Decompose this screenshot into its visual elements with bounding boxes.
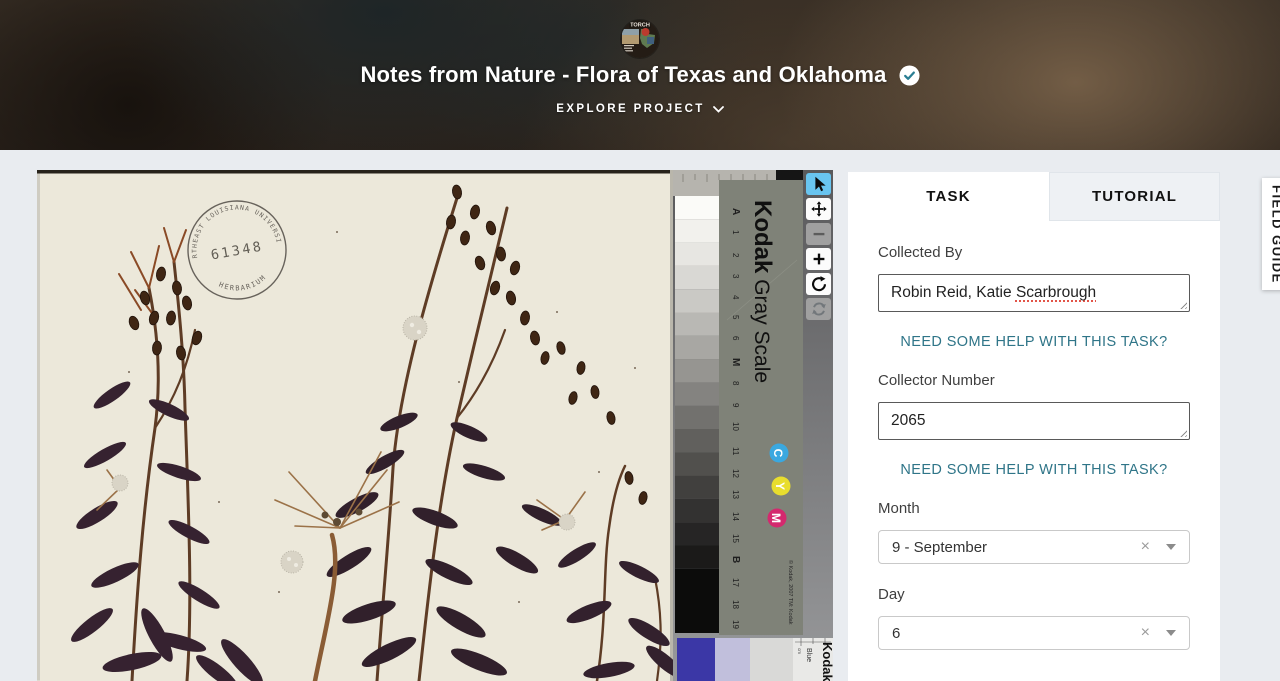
zoom-out-button[interactable] (806, 223, 831, 245)
month-select[interactable]: 9 - September × (878, 530, 1190, 564)
svg-text:6: 6 (731, 336, 740, 341)
collector-number-input[interactable]: 2065 (878, 402, 1190, 440)
subject-image-viewer[interactable]: NORTHEAST LOUISIANA UNIVERSITY HERBARIUM… (37, 170, 833, 681)
classification-panel: TASK TUTORIAL Collected By Robin Reid, K… (848, 172, 1220, 681)
panel-tabs: TASK TUTORIAL (848, 172, 1220, 221)
svg-text:4: 4 (731, 295, 740, 300)
zoom-in-button[interactable] (806, 248, 831, 270)
color-calibration-patches: cm Blue Kodak (677, 638, 833, 681)
clear-x-icon[interactable]: × (1141, 625, 1150, 641)
help-link-collected-by[interactable]: NEED SOME HELP WITH THIS TASK? (878, 334, 1190, 350)
kodak-copyright: © Kodak, 2007 TM: Kodak (787, 560, 794, 625)
reset-icon (811, 302, 826, 316)
project-hero: TORCH Notes from Nature - Flora of Texas… (0, 0, 1280, 150)
svg-text:3: 3 (731, 274, 740, 279)
magenta-badge: M (769, 513, 783, 523)
collected-by-input[interactable]: Robin Reid, Katie Scarbrough (878, 274, 1190, 312)
grayscale-step-wedge (675, 196, 719, 633)
plus-icon (813, 253, 824, 265)
dropdown-caret-icon[interactable] (1166, 544, 1176, 550)
svg-text:Kodak Gray Scale: Kodak Gray Scale (749, 200, 776, 383)
kodak-bottom-label: Kodak (820, 642, 833, 681)
svg-text:15: 15 (731, 534, 740, 543)
explore-project-link[interactable]: EXPLORE PROJECT (556, 103, 724, 115)
svg-text:cm: cm (797, 648, 802, 654)
day-value: 6 (892, 624, 901, 642)
collector-number-label: Collector Number (878, 372, 995, 389)
svg-text:14: 14 (731, 512, 740, 521)
svg-text:2: 2 (731, 253, 740, 258)
move-icon (810, 201, 827, 217)
move-tool-button[interactable] (806, 198, 831, 220)
svg-text:5: 5 (731, 315, 740, 320)
help-link-collector-number[interactable]: NEED SOME HELP WITH THIS TASK? (878, 462, 1190, 478)
svg-text:A: A (730, 208, 741, 215)
specimen-photo: NORTHEAST LOUISIANA UNIVERSITY HERBARIUM… (37, 170, 833, 681)
svg-text:B: B (730, 556, 741, 563)
svg-text:9: 9 (731, 403, 740, 408)
chevron-down-icon (712, 105, 724, 113)
page-title: Notes from Nature - Flora of Texas and O… (360, 62, 887, 87)
rotate-icon (811, 276, 826, 292)
collector-number-value: 2065 (891, 412, 926, 429)
kodak-grayscale-card: Kodak Gray Scale A 1 2 3 4 5 6 M 8 9 10 … (719, 180, 803, 635)
collected-by-value-flagged: Scarbrough (1015, 284, 1097, 301)
svg-text:17: 17 (731, 578, 740, 587)
clear-x-icon[interactable]: × (1141, 539, 1150, 555)
svg-text:M: M (730, 358, 741, 366)
logo-text: TORCH (630, 22, 650, 28)
svg-text:10: 10 (731, 422, 740, 431)
rotate-button[interactable] (806, 273, 831, 295)
month-value: 9 - September (892, 538, 988, 556)
pointer-icon (814, 176, 826, 192)
month-label: Month (878, 500, 920, 517)
approved-check-icon (899, 64, 920, 86)
collected-by-label: Collected By (878, 244, 963, 261)
grayscale-label-text: Gray Scale (750, 273, 773, 383)
svg-text:11: 11 (731, 447, 740, 456)
svg-text:13: 13 (731, 490, 740, 499)
tab-task[interactable]: TASK (848, 172, 1050, 221)
svg-text:19: 19 (731, 620, 740, 629)
explore-project-label: EXPLORE PROJECT (556, 103, 705, 115)
blue-patch-label: Blue (805, 648, 812, 662)
project-avatar[interactable]: TORCH (621, 20, 659, 58)
svg-text:18: 18 (731, 600, 740, 609)
collected-by-value: Robin Reid, Katie (891, 284, 1016, 301)
kodak-brand-text: Kodak (749, 200, 776, 274)
minus-icon (813, 232, 824, 236)
yellow-badge: Y (773, 482, 787, 490)
field-guide-label: FIELD GUIDE (1269, 184, 1280, 284)
svg-text:1: 1 (731, 230, 740, 235)
dropdown-caret-icon[interactable] (1166, 630, 1176, 636)
torch-logo-icon: TORCH (621, 20, 659, 58)
day-select[interactable]: 6 × (878, 616, 1190, 650)
image-toolbar (806, 173, 831, 320)
svg-text:8: 8 (731, 381, 740, 386)
field-guide-tab[interactable]: FIELD GUIDE (1262, 178, 1280, 290)
cyan-badge: C (771, 449, 785, 458)
reset-view-button[interactable] (806, 298, 831, 320)
annotate-tool-button[interactable] (806, 173, 831, 195)
day-label: Day (878, 586, 905, 603)
tab-tutorial[interactable]: TUTORIAL (1049, 172, 1220, 221)
svg-text:12: 12 (731, 469, 740, 478)
